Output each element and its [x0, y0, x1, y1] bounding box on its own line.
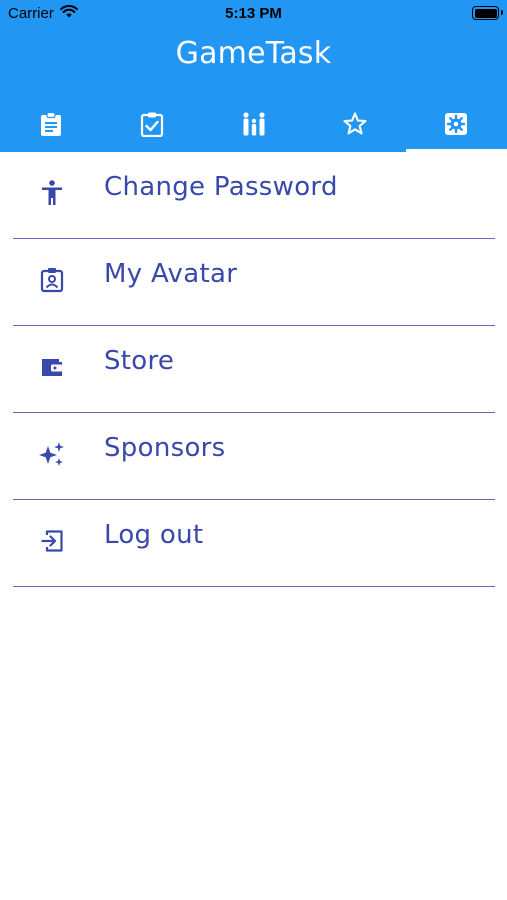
- menu-item-log-out[interactable]: Log out: [13, 500, 495, 587]
- menu-item-label: Sponsors: [104, 433, 226, 463]
- menu-item-label: Store: [104, 346, 175, 376]
- menu-item-sponsors[interactable]: Sponsors: [13, 413, 495, 500]
- tab-tasks[interactable]: [0, 96, 101, 152]
- accessibility-icon: [37, 178, 67, 208]
- status-bar: Carrier 5:13 PM: [0, 0, 507, 28]
- app-title: GameTask: [175, 36, 332, 71]
- star-icon: [342, 111, 368, 137]
- app-header: Carrier 5:13 PM GameTask: [0, 0, 507, 152]
- logout-icon: [37, 526, 67, 556]
- clipboard-icon: [39, 111, 63, 137]
- battery-icon: [472, 6, 503, 20]
- tab-bar: [0, 96, 507, 152]
- badge-icon: [37, 265, 67, 295]
- settings-menu: Change Password My Avatar Store Sponsors…: [13, 152, 495, 587]
- tab-settings[interactable]: [405, 96, 507, 152]
- menu-item-change-password[interactable]: Change Password: [13, 152, 495, 239]
- tab-favorites[interactable]: [304, 96, 405, 152]
- settings-icon: [443, 111, 469, 137]
- status-time: 5:13 PM: [225, 5, 282, 22]
- wallet-icon: [37, 352, 67, 382]
- menu-item-store[interactable]: Store: [13, 326, 495, 413]
- menu-item-label: Change Password: [104, 172, 338, 202]
- checklist-icon: [140, 111, 164, 137]
- tab-completed[interactable]: [101, 96, 202, 152]
- family-icon: [240, 111, 268, 137]
- sparkles-icon: [37, 439, 67, 469]
- tab-family[interactable]: [203, 96, 304, 152]
- menu-item-my-avatar[interactable]: My Avatar: [13, 239, 495, 326]
- menu-item-label: My Avatar: [104, 259, 238, 289]
- menu-item-label: Log out: [104, 520, 204, 550]
